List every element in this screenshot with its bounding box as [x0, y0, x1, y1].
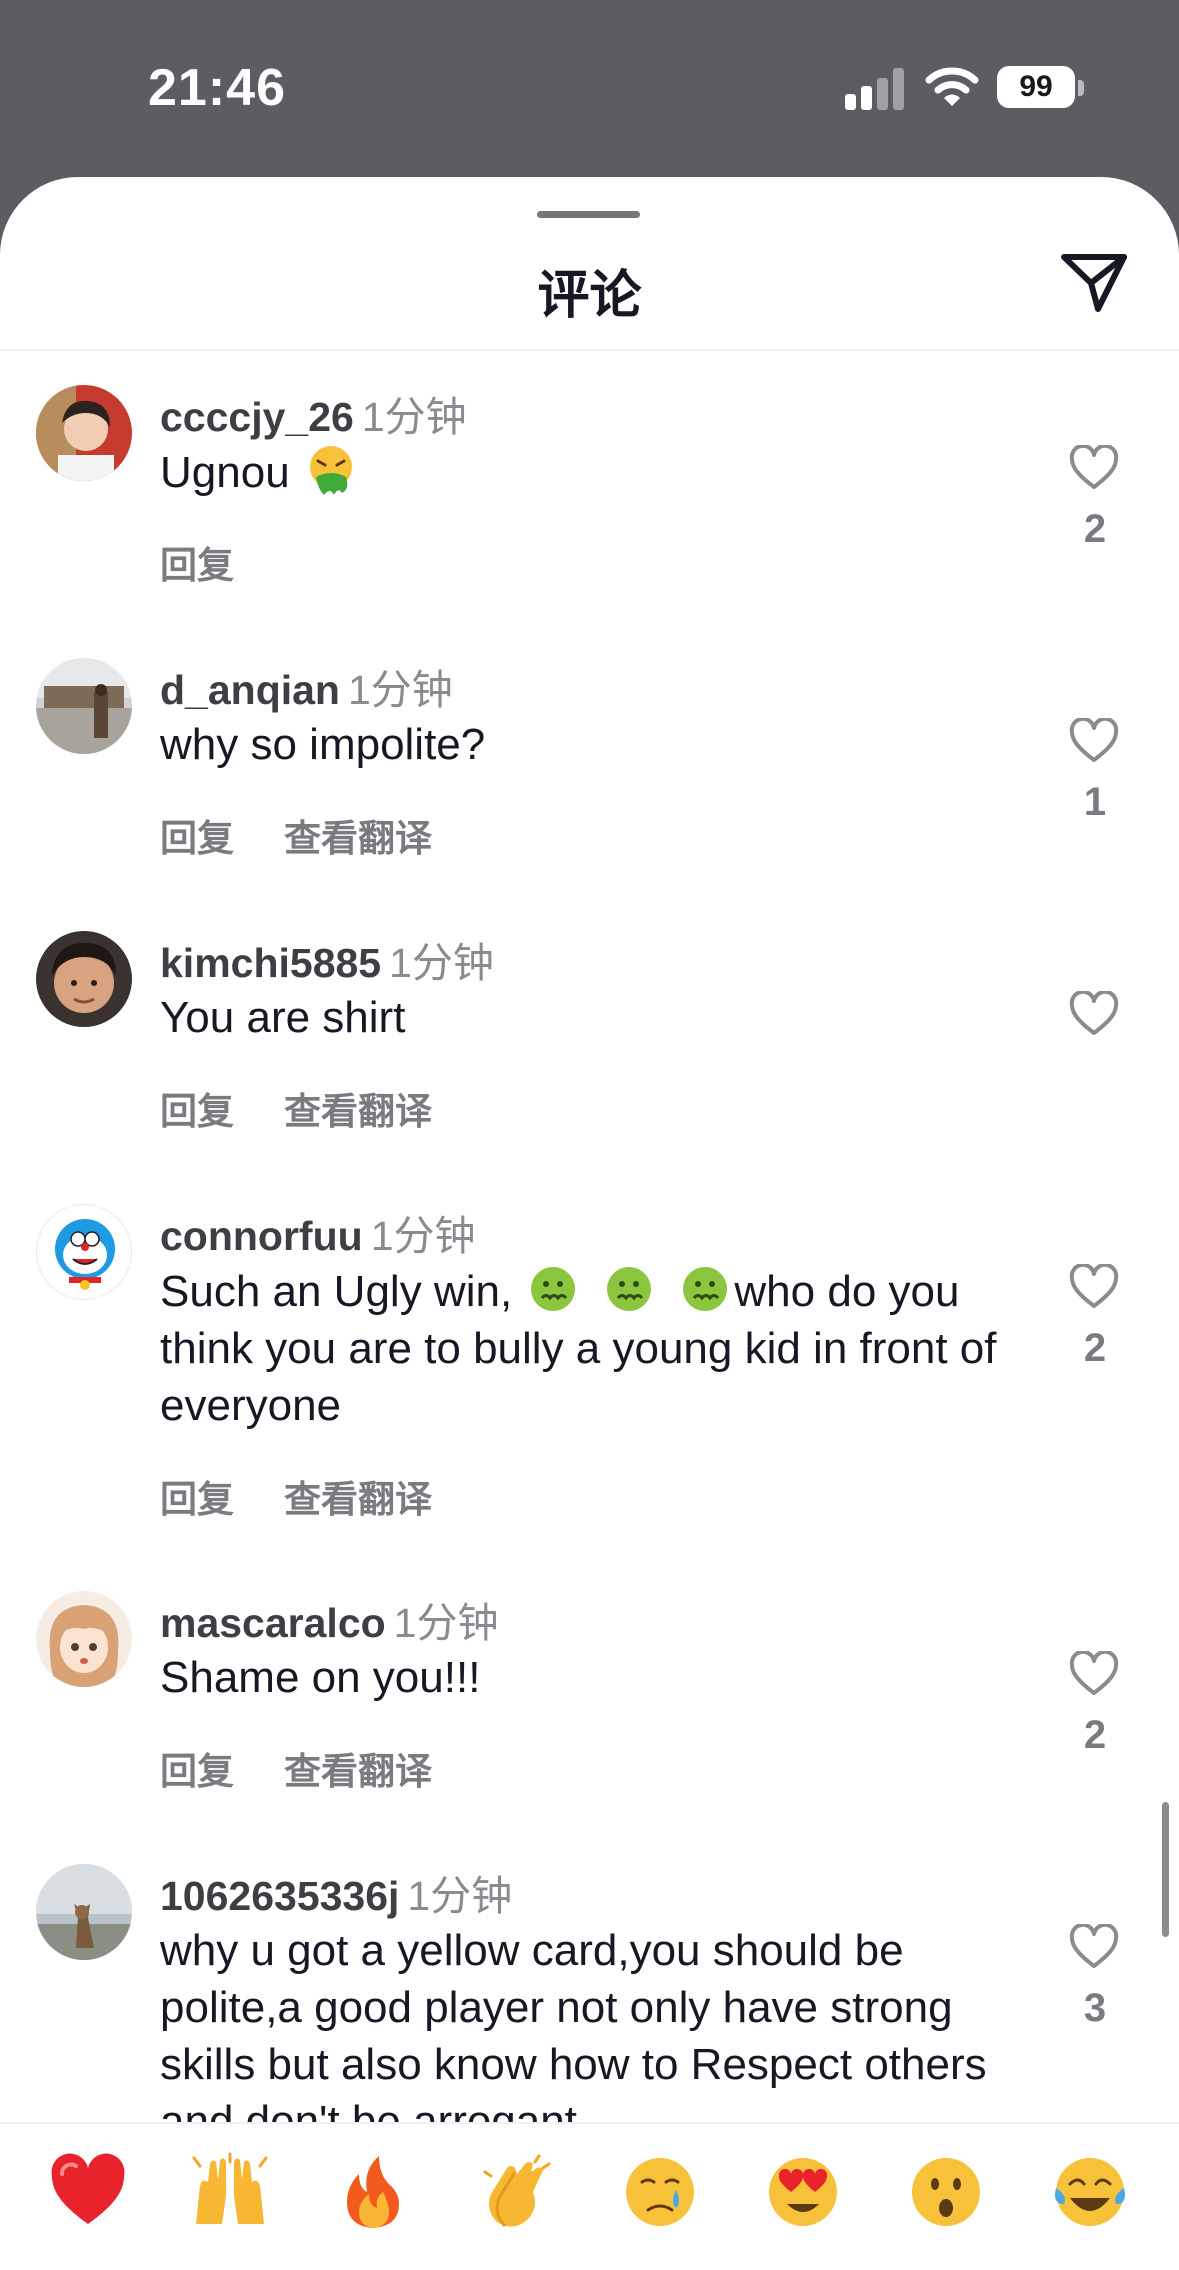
raising-hands-icon[interactable] — [190, 2152, 270, 2232]
signal-icon — [845, 68, 905, 110]
comment-username[interactable]: kimchi5885 — [160, 940, 381, 986]
tears-of-joy-face-icon[interactable] — [1050, 2152, 1130, 2232]
avatar[interactable] — [36, 1204, 132, 1300]
vomiting-face-icon — [304, 443, 358, 497]
heart-eyes-face-icon[interactable] — [763, 2152, 843, 2232]
comment-username[interactable]: d_anqian — [160, 667, 340, 713]
like-count: 1 — [1083, 780, 1107, 824]
reply-button[interactable]: 回复 — [160, 1479, 234, 1520]
sheet-title: 评论 — [537, 267, 642, 325]
comment-text-part: Such an Ugly win, — [160, 1267, 525, 1316]
comment-username[interactable]: mascaralco — [160, 1600, 386, 1646]
reply-button[interactable]: 回复 — [160, 818, 234, 859]
scrollbar[interactable] — [1162, 1802, 1169, 1937]
heart-icon[interactable] — [1068, 1924, 1120, 1970]
comment-text: You are shirt — [160, 993, 406, 1042]
avatar[interactable] — [36, 1591, 132, 1687]
avatar[interactable] — [36, 931, 132, 1027]
comment-actions: 回复 查看翻译 — [160, 808, 432, 862]
comment-username[interactable]: ccccjy_26 — [160, 394, 354, 440]
comment-username[interactable]: connorfuu — [160, 1213, 363, 1259]
battery-icon: 99 — [997, 66, 1075, 108]
comment-actions: 回复 查看翻译 — [160, 1741, 432, 1795]
header-divider — [0, 349, 1179, 351]
reply-button[interactable]: 回复 — [160, 1751, 234, 1792]
comments-sheet: 评论 ccccjy_26 1分钟 Ugnou 回复 2 d_anqian 1分钟… — [0, 177, 1179, 2270]
comment-actions: 回复 查看翻译 — [160, 1081, 432, 1135]
comment-header: 1062635336j 1分钟 — [160, 1862, 512, 1922]
comment-text: Shame on you!!! — [160, 1653, 481, 1702]
translate-button[interactable]: 查看翻译 — [284, 1479, 432, 1520]
avatar[interactable] — [36, 385, 132, 481]
wifi-icon — [925, 67, 979, 106]
comment-username[interactable]: 1062635336j — [160, 1873, 399, 1919]
translate-button[interactable]: 查看翻译 — [284, 818, 432, 859]
reply-button[interactable]: 回复 — [160, 545, 234, 586]
comment-time: 1分钟 — [347, 667, 453, 713]
heart-icon[interactable] — [1068, 1651, 1120, 1697]
reply-button[interactable]: 回复 — [160, 1091, 234, 1132]
status-time: 21:46 — [148, 59, 286, 117]
status-bar: 21:46 99 — [0, 0, 1179, 175]
translate-button[interactable]: 查看翻译 — [284, 1091, 432, 1132]
heart-icon[interactable] — [1068, 718, 1120, 764]
drag-handle[interactable] — [537, 211, 640, 218]
comment-text: Ugnou — [160, 443, 1000, 501]
crying-face-icon[interactable] — [620, 2152, 700, 2232]
comment-actions: 回复 查看翻译 — [160, 1469, 432, 1523]
comment-time: 1分钟 — [407, 1873, 513, 1919]
comment-header: ccccjy_26 1分钟 — [160, 383, 467, 443]
avatar[interactable] — [36, 658, 132, 754]
comment-text: why u got a yellow card,you should be po… — [160, 1926, 987, 2146]
comment-header: d_anqian 1分钟 — [160, 656, 453, 716]
comment-text: why so impolite? — [160, 720, 486, 769]
comment-time: 1分钟 — [370, 1213, 476, 1259]
nauseated-face-icon — [678, 1262, 732, 1316]
comment-text-part: Ugnou — [160, 448, 290, 497]
like-count: 2 — [1083, 1713, 1107, 1757]
comment-header: kimchi5885 1分钟 — [160, 929, 494, 989]
comment-time: 1分钟 — [361, 394, 467, 440]
like-count: 3 — [1083, 1986, 1107, 2030]
heart-icon[interactable] — [1068, 1264, 1120, 1310]
nauseated-face-icon — [602, 1262, 656, 1316]
avatar[interactable] — [36, 1864, 132, 1960]
fire-icon[interactable] — [333, 2152, 413, 2232]
surprised-face-icon[interactable] — [906, 2152, 986, 2232]
heart-icon[interactable] — [1068, 445, 1120, 491]
clapping-hands-icon[interactable] — [477, 2152, 557, 2232]
comment-header: connorfuu 1分钟 — [160, 1202, 476, 1262]
red-heart-icon[interactable] — [48, 2152, 128, 2232]
emoji-bar — [0, 2122, 1179, 2270]
battery-tip — [1078, 80, 1084, 96]
comment-text: Such an Ugly win, who do you think you a… — [160, 1262, 1000, 1434]
comment-header: mascaralco 1分钟 — [160, 1589, 498, 1649]
comment-time: 1分钟 — [393, 1600, 499, 1646]
heart-icon[interactable] — [1068, 991, 1120, 1037]
comment-actions: 回复 — [160, 535, 234, 589]
translate-button[interactable]: 查看翻译 — [284, 1751, 432, 1792]
nauseated-face-icon — [526, 1262, 580, 1316]
send-icon[interactable] — [1060, 251, 1130, 315]
like-count: 2 — [1083, 1326, 1107, 1370]
comment-time: 1分钟 — [389, 940, 494, 986]
like-count: 2 — [1083, 507, 1107, 551]
